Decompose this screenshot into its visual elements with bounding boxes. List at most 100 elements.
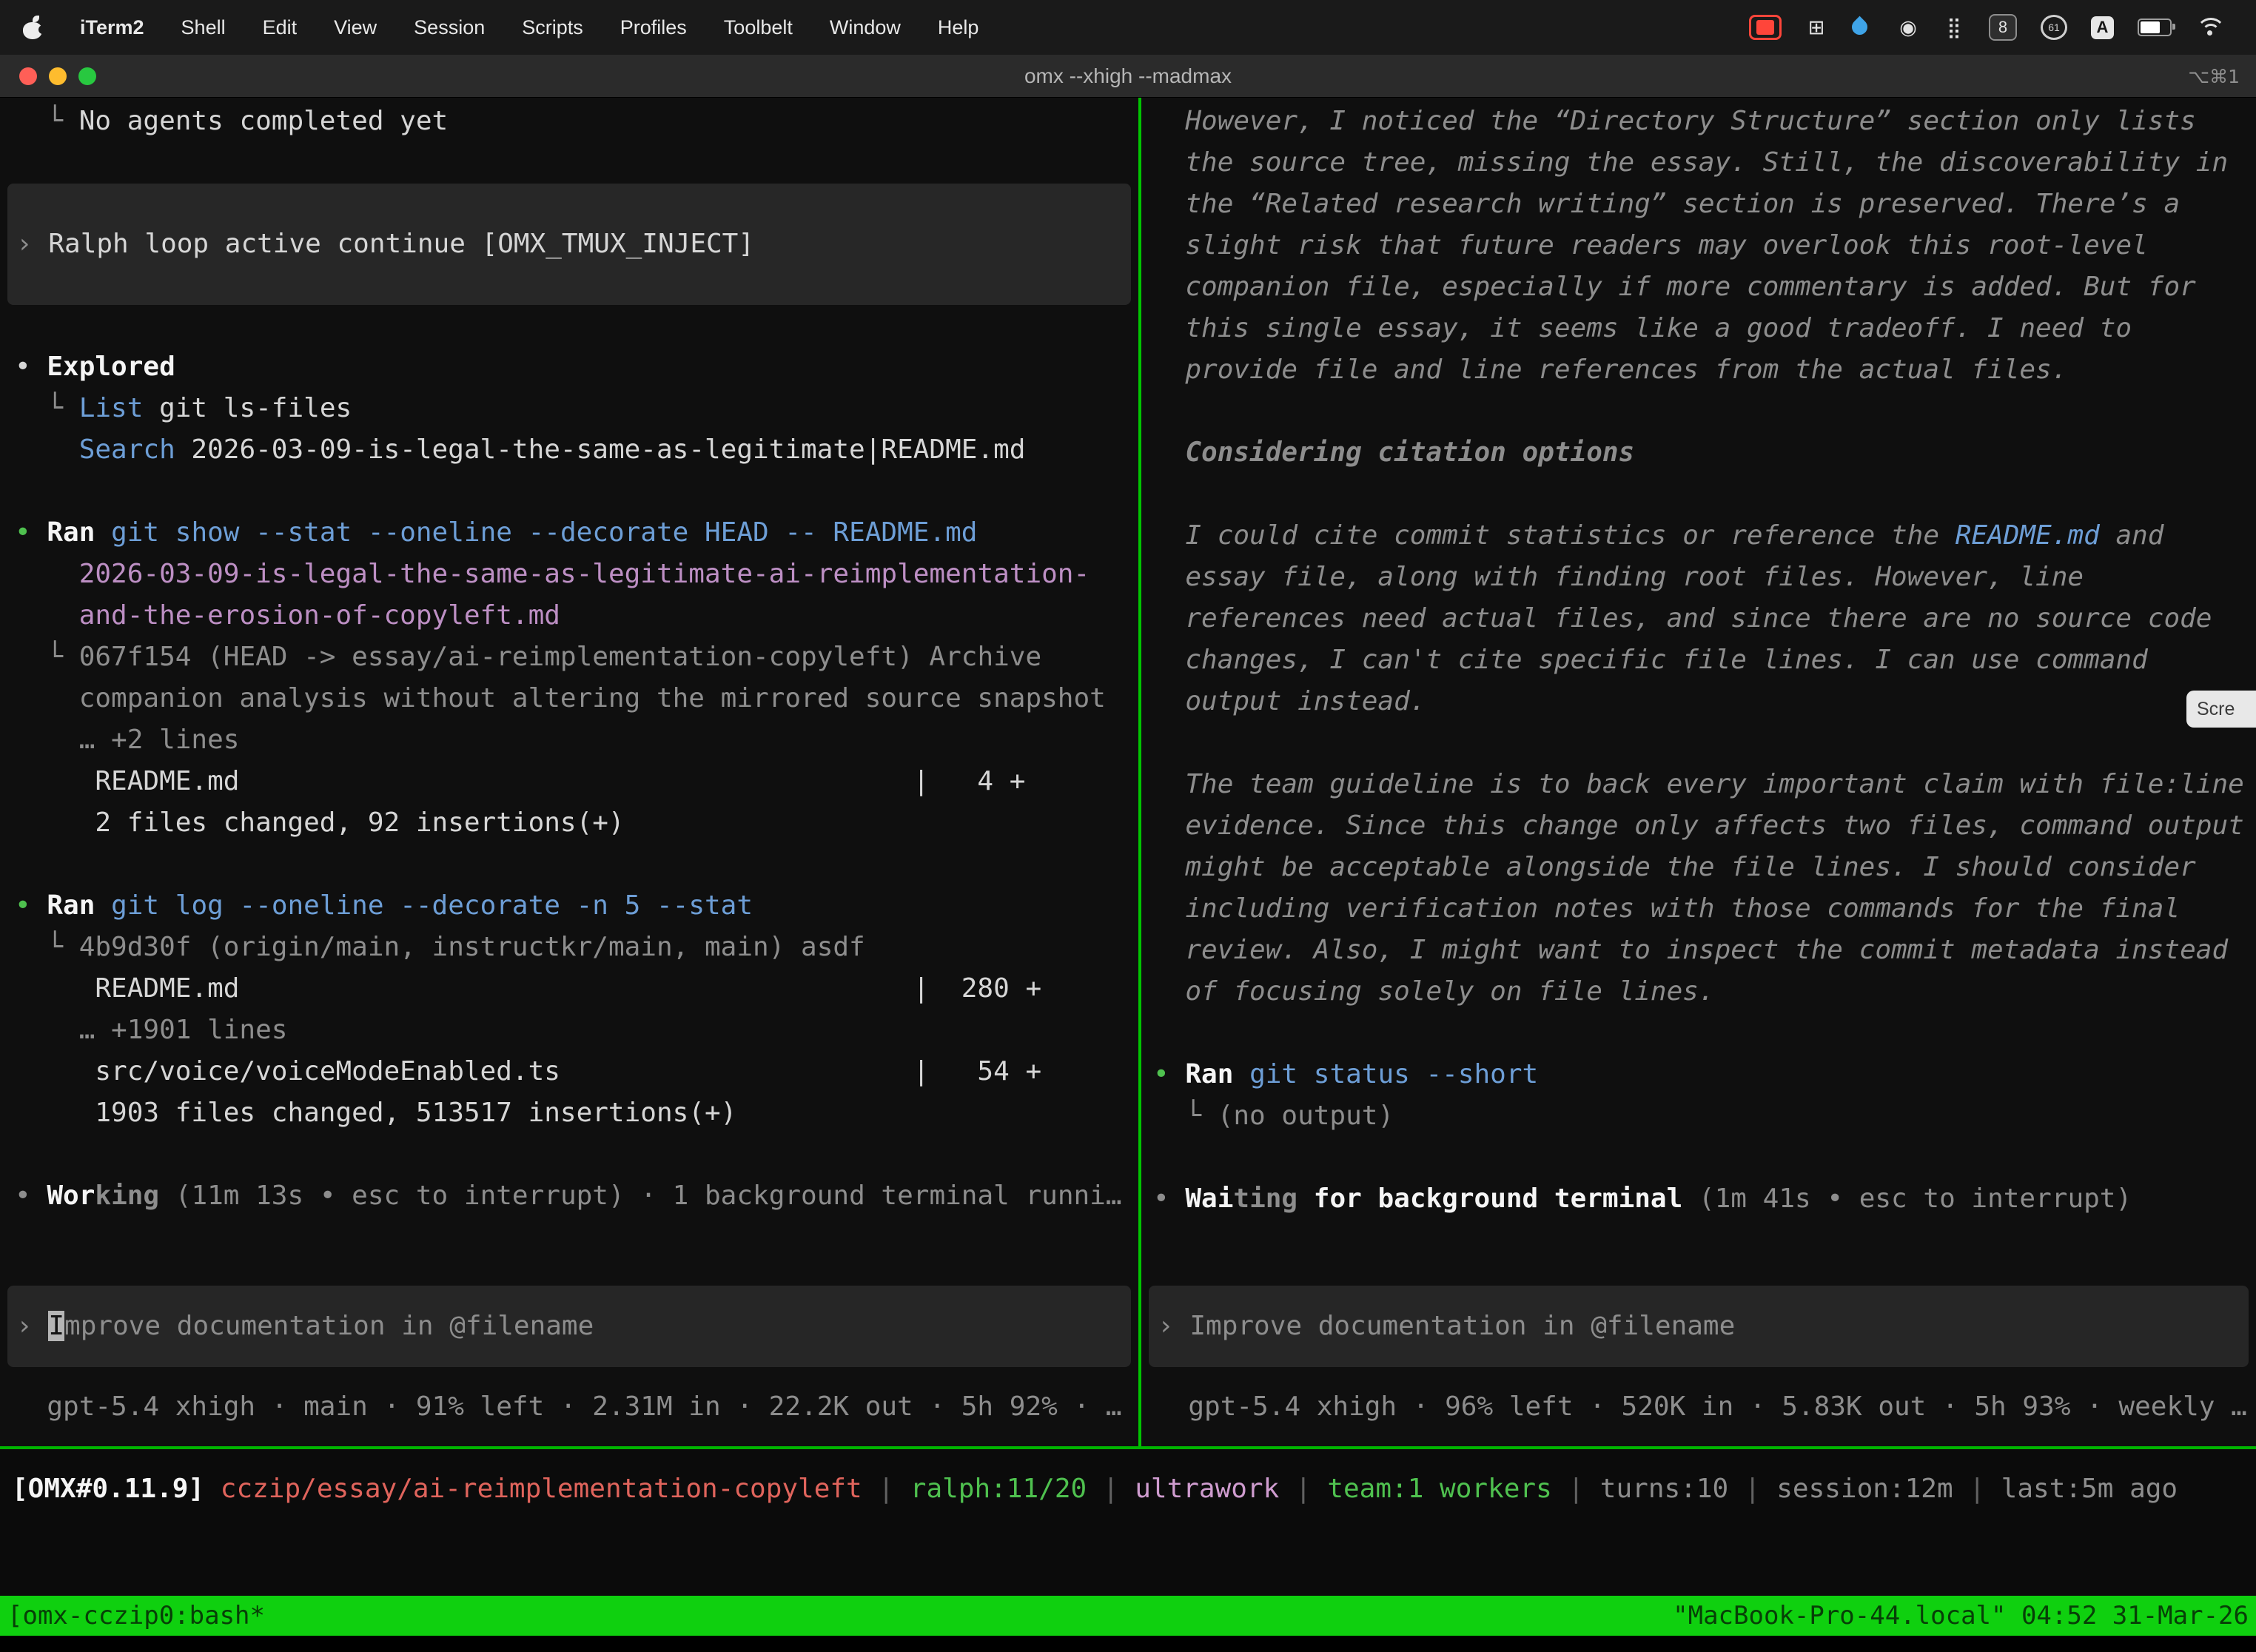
blank-line: [0, 142, 1138, 184]
terminal-line: companion file, especially if more comme…: [1141, 266, 2256, 308]
terminal-line: essay file, along with finding root file…: [1141, 557, 2256, 598]
blank-line: [1141, 391, 2256, 432]
screen-recording-icon[interactable]: [1749, 15, 1782, 40]
menu-iterm2[interactable]: iTerm2: [80, 16, 144, 39]
terminal-line: • Ran git status --short: [1141, 1054, 2256, 1095]
menu-scripts[interactable]: Scripts: [522, 16, 583, 39]
terminal-line: • Ran git show --stat --oneline --decora…: [0, 512, 1138, 554]
blank-line: [0, 305, 1138, 346]
right-scrollback: However, I noticed the “Directory Struct…: [1141, 98, 2256, 1220]
terminal-line: └ (no output): [1141, 1095, 2256, 1137]
blank-line: [1141, 1137, 2256, 1178]
traffic-lights: [0, 67, 96, 85]
tmux-session-window: [omx-cczip0:bash*: [7, 1601, 265, 1631]
screen-share-tab[interactable]: Scre: [2186, 691, 2256, 728]
terminal-line: and-the-erosion-of-copyleft.md: [0, 595, 1138, 637]
battery-icon[interactable]: [2138, 19, 2172, 36]
droplet-icon[interactable]: [1851, 16, 1873, 38]
terminal-line: However, I noticed the “Directory Struct…: [1141, 101, 2256, 142]
terminal-line: review. Also, I might want to inspect th…: [1141, 930, 2256, 971]
tmux-host-clock: "MacBook-Pro-44.local" 04:52 31-Mar-26: [1673, 1601, 2249, 1631]
window-title: omx --xhigh --madmax: [0, 64, 2256, 88]
blank-line: [1141, 1013, 2256, 1054]
app-menus: iTerm2 Shell Edit View Session Scripts Profile…: [80, 16, 978, 39]
wifi-icon[interactable]: [2195, 17, 2223, 38]
prompt-input-left[interactable]: › Improve documentation in @filename: [7, 1286, 1131, 1367]
right-terminal-pane[interactable]: However, I noticed the “Directory Struct…: [1141, 98, 2256, 1446]
terminal-line: README.md | 280 +: [0, 968, 1138, 1010]
menu-profiles[interactable]: Profiles: [620, 16, 687, 39]
menu-bar-status-icons: ⊞ ◉ ⣿ 8 61 A: [1749, 14, 2234, 41]
terminal-line: I could cite commit statistics or refere…: [1141, 515, 2256, 557]
terminal-line: └ No agents completed yet: [0, 101, 1138, 142]
menu-session[interactable]: Session: [414, 16, 485, 39]
left-terminal-pane[interactable]: └ No agents completed yet › Ralph loop ac…: [0, 98, 1138, 1446]
blank-line: [1141, 474, 2256, 515]
zoom-button[interactable]: [78, 67, 96, 85]
blank-line: [0, 844, 1138, 885]
window-shortcut-badge: ⌥⌘1: [2188, 66, 2240, 87]
terminal-line: └ 067f154 (HEAD -> essay/ai-reimplementa…: [0, 637, 1138, 678]
minimize-button[interactable]: [49, 67, 67, 85]
terminal-area: └ No agents completed yet › Ralph loop ac…: [0, 98, 2256, 1446]
menu-window[interactable]: Window: [830, 16, 901, 39]
terminal-line: src/voice/voiceModeEnabled.ts | 54 +: [0, 1051, 1138, 1092]
menu-edit[interactable]: Edit: [263, 16, 298, 39]
terminal-line: • Ran git log --oneline --decorate -n 5 …: [0, 885, 1138, 927]
terminal-line: Considering citation options: [1141, 432, 2256, 474]
status-line-right: gpt-5.4 xhigh · 96% left · 520K in · 5.8…: [1141, 1386, 2256, 1428]
terminal-line: references need actual files, and since …: [1141, 598, 2256, 639]
terminal-line: 2026-03-09-is-legal-the-same-as-legitima…: [0, 554, 1138, 595]
menu-view[interactable]: View: [334, 16, 377, 39]
terminal-line: slight risk that future readers may over…: [1141, 225, 2256, 266]
terminal-line: The team guideline is to back every impo…: [1141, 764, 2256, 805]
blank-line: [1141, 722, 2256, 764]
terminal-line: └ List git ls-files: [0, 388, 1138, 429]
keyboard-8-icon[interactable]: 8: [1989, 14, 2017, 41]
status-line-left: gpt-5.4 xhigh · main · 91% left · 2.31M …: [0, 1386, 1138, 1428]
terminal-line: … +1901 lines: [0, 1010, 1138, 1051]
window-title-bar[interactable]: omx --xhigh --madmax ⌥⌘1: [0, 55, 2256, 98]
menu-shell[interactable]: Shell: [181, 16, 226, 39]
omx-status-bar: [OMX#0.11.9] cczip/essay/ai-reimplementa…: [0, 1449, 2256, 1596]
left-scrollback: └ No agents completed yet › Ralph loop ac…: [0, 98, 1138, 1217]
terminal-line: 2 files changed, 92 insertions(+): [0, 802, 1138, 844]
terminal-line: Search 2026-03-09-is-legal-the-same-as-l…: [0, 429, 1138, 471]
left-pane-bottom: › Improve documentation in @filename gpt…: [0, 1286, 1138, 1428]
menu-help[interactable]: Help: [938, 16, 979, 39]
dots-grid-icon[interactable]: ⣿: [1943, 15, 1965, 40]
menu-bar-menus: iTerm2 Shell Edit View Session Scripts Profile…: [22, 15, 978, 40]
apple-menu-icon[interactable]: [22, 15, 43, 40]
terminal-line: • Explored: [0, 346, 1138, 388]
blank-line: [0, 1134, 1138, 1175]
prompt-input-right[interactable]: › Improve documentation in @filename: [1149, 1286, 2249, 1367]
macos-menu-bar: iTerm2 Shell Edit View Session Scripts Profile…: [0, 0, 2256, 55]
tmux-status-bar: [omx-cczip0:bash* "MacBook-Pro-44.local"…: [0, 1596, 2256, 1636]
menu-toolbelt[interactable]: Toolbelt: [724, 16, 793, 39]
app-grid-icon[interactable]: ⊞: [1805, 15, 1827, 40]
terminal-line: might be acceptable alongside the file l…: [1141, 847, 2256, 888]
terminal-line: this single essay, it seems like a good …: [1141, 308, 2256, 349]
terminal-line: … +2 lines: [0, 719, 1138, 761]
close-button[interactable]: [19, 67, 37, 85]
terminal-line: 1903 files changed, 513517 insertions(+): [0, 1092, 1138, 1134]
terminal-line: the source tree, missing the essay. Stil…: [1141, 142, 2256, 184]
screen-share-tab-label: Scre: [2197, 699, 2235, 720]
blank-line: [0, 471, 1138, 512]
record-circle-icon[interactable]: ◉: [1897, 15, 1919, 40]
terminal-line: README.md | 4 +: [0, 761, 1138, 802]
input-source-icon[interactable]: A: [2091, 16, 2114, 39]
terminal-line: provide file and line references from th…: [1141, 349, 2256, 391]
terminal-line: evidence. Since this change only affects…: [1141, 805, 2256, 847]
right-pane-bottom: › Improve documentation in @filename gpt…: [1141, 1286, 2256, 1428]
screen: iTerm2 Shell Edit View Session Scripts Profile…: [0, 0, 2256, 1652]
terminal-line: the “Related research writing” section i…: [1141, 184, 2256, 225]
omx-status-line: [OMX#0.11.9] cczip/essay/ai-reimplementa…: [0, 1468, 2256, 1510]
terminal-line: companion analysis without altering the …: [0, 678, 1138, 719]
terminal-line: changes, I can't cite specific file line…: [1141, 639, 2256, 681]
inline-notice-box: › Ralph loop active continue [OMX_TMUX_I…: [7, 184, 1131, 305]
terminal-line: of focusing solely on file lines.: [1141, 971, 2256, 1013]
gauge-61-icon[interactable]: 61: [2041, 15, 2067, 40]
terminal-line: • Waiting for background terminal (1m 41…: [1141, 1178, 2256, 1220]
bottom-gap: [0, 1636, 2256, 1652]
